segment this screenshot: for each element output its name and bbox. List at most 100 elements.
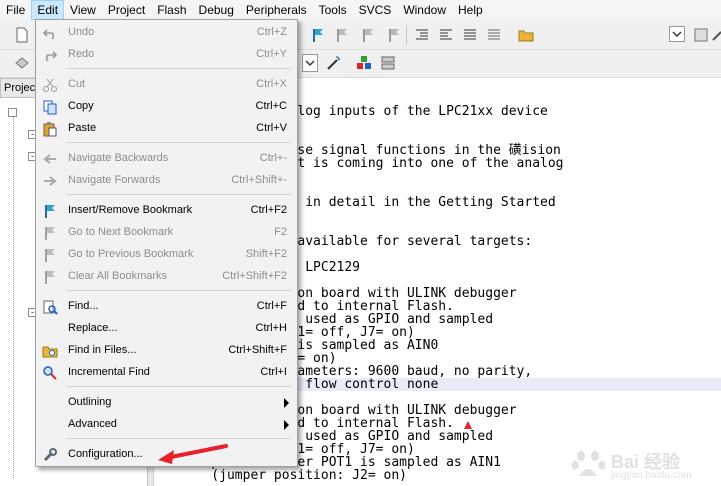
menu-item-label: Advanced	[68, 418, 117, 430]
menu-view[interactable]: View	[64, 0, 102, 20]
manage-components-icon[interactable]	[356, 55, 372, 71]
menu-item-redo[interactable]: Redo Ctrl+Y	[38, 44, 295, 66]
menu-item-shortcut: Ctrl+C	[255, 100, 287, 112]
code-line: (jumper position: J2= on)	[180, 468, 407, 483]
menu-item-label: Insert/Remove Bookmark	[68, 204, 193, 216]
menu-item-navigate-forwards[interactable]: Navigate Forwards Ctrl+Shift+-	[38, 170, 295, 192]
batch-build-icon[interactable]	[14, 55, 30, 71]
find-in-files-icon	[42, 346, 58, 358]
menu-item-paste[interactable]: Paste Ctrl+V	[38, 118, 295, 140]
menu-item-label: Paste	[68, 122, 97, 134]
menu-item-label: Go to Previous Bookmark	[68, 248, 194, 260]
menu-item-label: Navigate Backwards	[68, 152, 169, 164]
menu-file[interactable]: File	[0, 0, 31, 20]
menu-item-shortcut: Ctrl+-	[259, 152, 287, 164]
menu-item-label: Redo	[68, 48, 95, 60]
menu-item-insert-remove-bookmark[interactable]: Insert/Remove Bookmark Ctrl+F2	[38, 200, 295, 222]
forward-arrow-icon	[44, 176, 57, 186]
menu-item-label: Undo	[68, 26, 95, 38]
menu-item-shortcut: Ctrl+X	[256, 78, 287, 90]
find-in-files-icon[interactable]	[518, 27, 534, 43]
watermark-url: jingyan.baidu.com	[611, 470, 692, 481]
menu-item-label: Configuration...	[68, 448, 143, 460]
menu-item-replace[interactable]: Replace... Ctrl+H	[38, 318, 295, 340]
menu-tools[interactable]: Tools	[313, 0, 353, 20]
menu-item-shortcut: Ctrl+Y	[256, 48, 287, 60]
dropdown-chevron-icon[interactable]	[669, 26, 685, 42]
menu-debug[interactable]: Debug	[193, 0, 240, 20]
annotation-triangle-icon	[464, 421, 472, 429]
submenu-arrow-icon	[284, 420, 289, 430]
menu-item-clear-all-bookmarks[interactable]: Clear All Bookmarks Ctrl+Shift+F2	[38, 266, 295, 288]
menu-flash[interactable]: Flash	[151, 0, 192, 20]
target-select-chevron-icon[interactable]	[302, 54, 318, 72]
menu-item-label: Outlining	[68, 396, 112, 408]
next-bookmark-icon	[45, 227, 55, 240]
menu-item-go-to-previous-bookmark[interactable]: Go to Previous Bookmark Shift+F2	[38, 244, 295, 266]
menu-item-label: Go to Next Bookmark	[68, 226, 174, 238]
menu-item-go-to-next-bookmark[interactable]: Go to Next Bookmark F2	[38, 222, 295, 244]
menu-item-label: Cut	[68, 78, 86, 90]
annotation-arrow-icon	[158, 444, 228, 464]
menu-item-copy[interactable]: Copy Ctrl+C	[38, 96, 295, 118]
menu-window[interactable]: Window	[397, 0, 452, 20]
menu-project[interactable]: Project	[102, 0, 151, 20]
menu-peripherals[interactable]: Peripherals	[240, 0, 313, 20]
previous-bookmark-icon[interactable]	[360, 27, 376, 43]
menu-item-shortcut: Ctrl+Shift+F2	[222, 270, 287, 282]
submenu-arrow-icon	[284, 398, 289, 408]
menu-item-shortcut: Ctrl+Shift+-	[231, 174, 287, 186]
menu-item-shortcut: Ctrl+I	[260, 366, 287, 378]
menu-item-label: Find in Files...	[68, 344, 137, 356]
menu-separator	[66, 386, 291, 387]
menu-item-label: Incremental Find	[68, 366, 150, 378]
paste-icon	[43, 122, 57, 137]
menu-item-advanced[interactable]: Advanced	[38, 414, 295, 436]
indent-icon[interactable]	[414, 27, 430, 43]
menu-separator	[66, 68, 291, 69]
magic-wand-icon[interactable]	[326, 55, 342, 71]
menu-item-label: Navigate Forwards	[68, 174, 161, 186]
menu-item-undo[interactable]: Undo Ctrl+Z	[38, 22, 295, 44]
menu-item-shortcut: Ctrl+F2	[250, 204, 287, 216]
tree-expand-root[interactable]	[8, 108, 17, 117]
comment-icon[interactable]	[462, 27, 478, 43]
clear-bookmarks-icon[interactable]	[386, 27, 402, 43]
next-bookmark-icon[interactable]	[334, 27, 350, 43]
new-file-icon[interactable]	[14, 27, 30, 43]
pack-installer-icon[interactable]	[380, 55, 396, 71]
previous-bookmark-icon	[45, 249, 55, 262]
menu-item-label: Find...	[68, 300, 99, 312]
bookmark-flag-icon[interactable]	[310, 27, 326, 43]
menubar: File Edit View Project Flash Debug Peripherals…	[0, 0, 721, 20]
redo-icon	[45, 51, 58, 62]
clear-bookmarks-icon	[45, 271, 55, 284]
menu-item-incremental-find[interactable]: Incremental Find Ctrl+I	[38, 362, 295, 384]
menu-item-navigate-backwards[interactable]: Navigate Backwards Ctrl+-	[38, 148, 295, 170]
configure-target-icon[interactable]	[693, 27, 709, 43]
uncomment-icon[interactable]	[486, 27, 502, 43]
menu-item-cut[interactable]: Cut Ctrl+X	[38, 74, 295, 96]
menu-svcs[interactable]: SVCS	[353, 0, 398, 20]
menu-help[interactable]: Help	[452, 0, 489, 20]
menu-item-label: Clear All Bookmarks	[68, 270, 168, 282]
menu-edit[interactable]: Edit	[31, 0, 65, 20]
menu-item-find[interactable]: Find... Ctrl+F	[38, 296, 295, 318]
menu-item-shortcut: Ctrl+H	[255, 322, 287, 334]
undo-icon	[42, 29, 55, 40]
baidu-paw-logo-icon	[571, 451, 606, 476]
menu-item-shortcut: Shift+F2	[245, 248, 287, 260]
unindent-icon[interactable]	[438, 27, 454, 43]
menu-item-find-in-files[interactable]: Find in Files... Ctrl+Shift+F	[38, 340, 295, 362]
find-icon	[43, 300, 58, 315]
edit-menu-dropdown: Undo Ctrl+Z Redo Ctrl+Y Cut Ctrl+X Copy Ctrl+C P…	[35, 19, 298, 467]
tools-icon[interactable]	[710, 27, 721, 43]
menu-item-outlining[interactable]: Outlining	[38, 392, 295, 414]
project-tab[interactable]: Project	[0, 78, 36, 98]
menu-separator	[66, 438, 291, 439]
menu-item-shortcut: F2	[274, 226, 287, 238]
incremental-find-icon	[43, 366, 57, 380]
menu-separator	[66, 194, 291, 195]
menu-separator	[66, 142, 291, 143]
menu-item-shortcut: Ctrl+Shift+F	[228, 344, 287, 356]
